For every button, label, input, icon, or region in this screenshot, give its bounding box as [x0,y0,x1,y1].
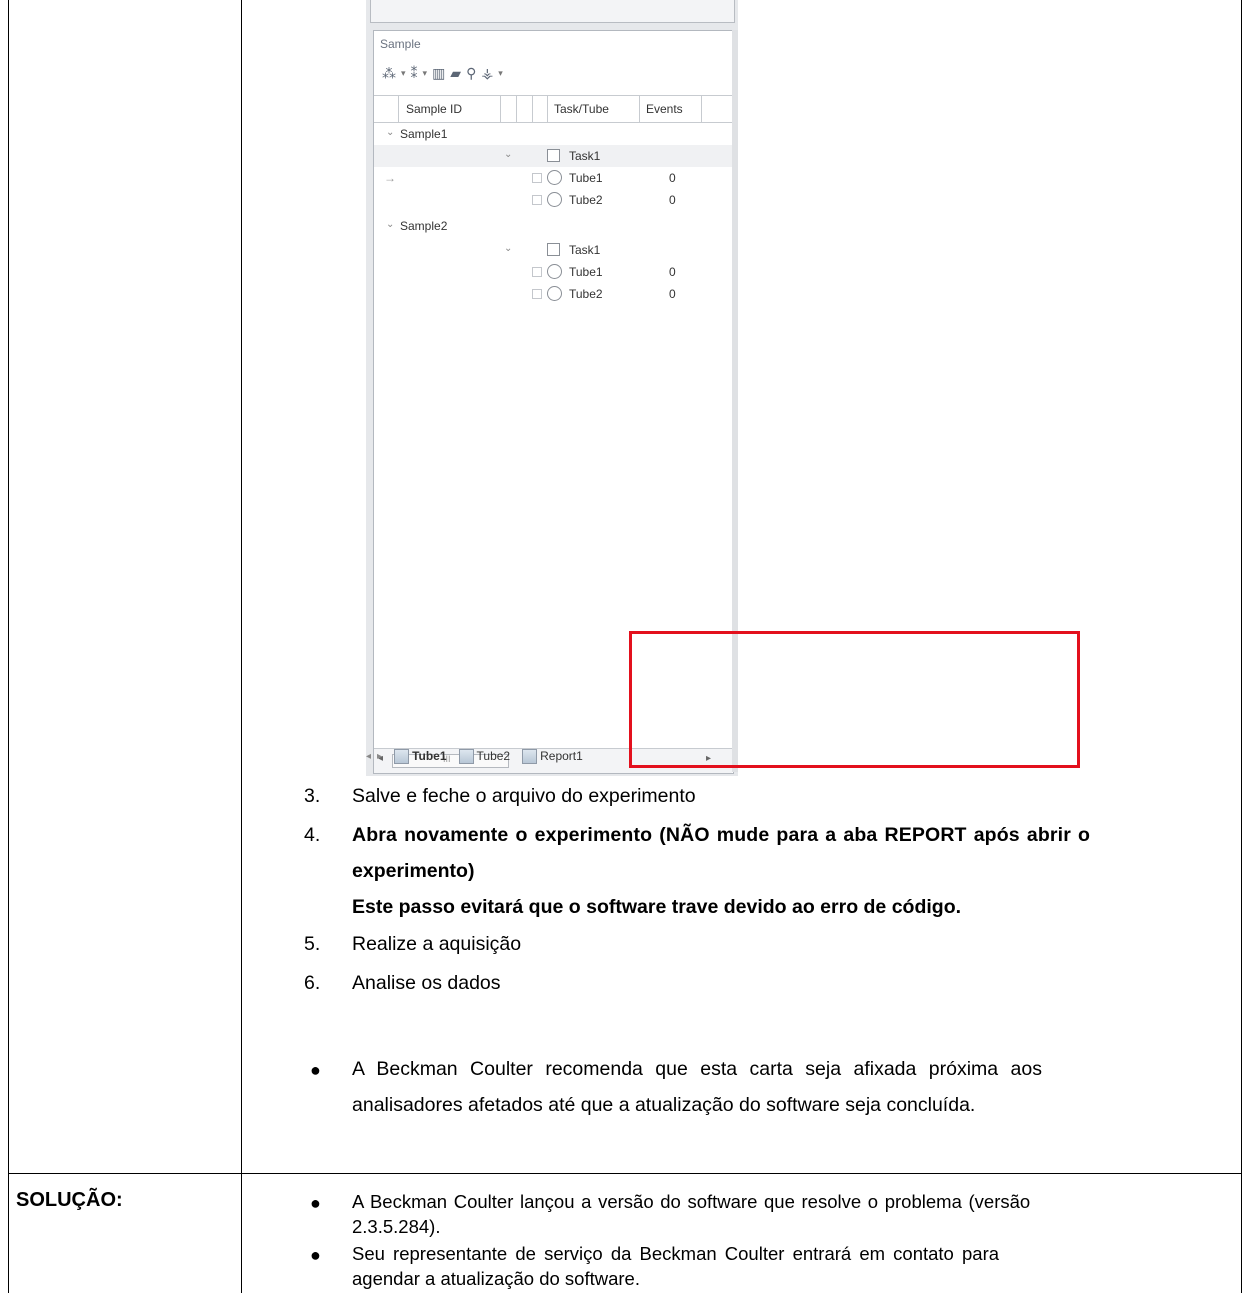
collapse-chevron-icon[interactable]: ⌄ [504,149,512,160]
solution-text: agendar a atualização do software. [352,1268,640,1289]
tube-name: Tube1 [569,171,603,185]
tab-tube2[interactable]: Tube2 [458,748,510,764]
grid-header: Sample ID Task/Tube Events [374,96,732,123]
report-tab-icon [522,748,538,764]
tab-tube1[interactable]: Tube1 [394,748,447,764]
highlight-box [629,631,1080,768]
tube-select-checkbox[interactable] [532,289,542,299]
tube-status-circle-icon [547,192,562,207]
sample-grid: Sample ID Task/Tube Events ⌄ Sample1 ⌄ T… [374,95,732,696]
tube-tab-icon [458,748,474,764]
table-border-left [8,0,9,1293]
tube-status-circle-icon [547,286,562,301]
task-name: Task1 [569,149,601,163]
task-row[interactable]: ⌄ Task1 [374,145,732,167]
bullet-dot: ● [310,1245,321,1265]
tube-status-circle-icon [547,264,562,279]
tube-row[interactable]: → Tube1 0 [374,167,732,189]
tab-scroll-left-icon[interactable]: ◂ [366,751,371,762]
tube-events: 0 [669,193,676,207]
open-folder-icon[interactable]: ▰ [450,65,461,82]
task-checkbox[interactable] [547,149,560,162]
tab-scroll-right-icon[interactable]: ▸ [377,751,382,762]
upper-panel-edge [370,0,735,23]
delete-sample-icon[interactable]: ⁑ [411,65,418,82]
step-number: 5. [304,933,321,955]
tube-events: 0 [669,287,676,301]
solution-text: Seu representante de serviço da Beckman … [352,1243,1000,1264]
step-text: Salve e feche o arquivo do experimento [352,785,696,807]
solution-text: A Beckman Coulter lançou a versão do sof… [352,1191,1031,1212]
task-checkbox[interactable] [547,243,560,256]
collapse-chevron-icon[interactable]: ⌄ [504,243,512,254]
tube-row[interactable]: Tube2 0 [374,189,732,211]
tube-status-circle-icon [547,170,562,185]
step-text-bold: Abra novamente o experimento (NÃO mude p… [352,824,1091,846]
tube-name: Tube2 [569,193,603,207]
tab-report1[interactable]: Report1 [522,748,583,764]
tube-events: 0 [669,265,676,279]
solution-label: SOLUÇÃO: [16,1189,123,1211]
sample-id: Sample1 [400,127,448,141]
step-text-bold: experimento) [352,860,475,882]
tube-events: 0 [669,171,676,185]
tube-select-checkbox[interactable] [532,267,542,277]
dropdown-caret-icon[interactable]: ▾ [423,68,428,79]
current-row-arrow-icon: → [384,171,396,185]
bullet-dot: ● [310,1193,321,1213]
tube-name: Tube2 [569,287,603,301]
step-number: 3. [304,785,321,807]
table-row-divider [8,1173,1242,1174]
collapse-chevron-icon[interactable]: ⌄ [386,127,394,138]
dropdown-caret-icon[interactable]: ▾ [401,68,406,79]
solution-text: 2.3.5.284). [352,1216,441,1237]
task-row[interactable]: ⌄ Task1 [374,239,732,261]
bullet-dot: ● [310,1060,321,1080]
tube-select-checkbox[interactable] [532,173,542,183]
task-name: Task1 [569,243,601,257]
recommendation-text: analisadores afetados até que a atualiza… [352,1094,976,1116]
sample-id: Sample2 [400,219,448,233]
sample-row[interactable]: ⌄ Sample1 [374,123,732,145]
collapse-chevron-icon[interactable]: ⌄ [386,219,394,230]
tube-row[interactable]: Tube2 0 [374,283,732,305]
column-header-sample-id[interactable]: Sample ID [406,102,462,116]
search-icon[interactable]: ⚲ [466,65,476,82]
tube-select-checkbox[interactable] [532,195,542,205]
library-icon[interactable]: ▥ [432,65,445,82]
step-text: Realize a aquisição [352,933,522,955]
column-header-events[interactable]: Events [646,102,683,116]
column-header-task-tube[interactable]: Task/Tube [554,102,609,116]
step-note: Este passo evitará que o software trave … [352,896,962,918]
add-sample-icon[interactable]: ⁂ [382,65,396,82]
sample-row[interactable]: ⌄ Sample2 [374,215,732,237]
step-number: 6. [304,972,321,994]
tube-tab-icon [394,748,410,764]
stamp-icon[interactable]: ⚶ [481,65,493,82]
step-text: Analise os dados [352,972,501,994]
panel-title: Sample [380,37,421,51]
dropdown-caret-icon[interactable]: ▾ [498,68,503,79]
table-border-right [1241,0,1242,1293]
step-number: 4. [304,824,321,846]
table-column-divider [241,0,242,1293]
tube-name: Tube1 [569,265,603,279]
sample-toolbar: ⁂ ▾ ⁑ ▾ ▥ ▰ ⚲ ⚶ ▾ [382,61,503,85]
recommendation-text: A Beckman Coulter recomenda que esta car… [352,1058,1043,1080]
tube-row[interactable]: Tube1 0 [374,261,732,283]
